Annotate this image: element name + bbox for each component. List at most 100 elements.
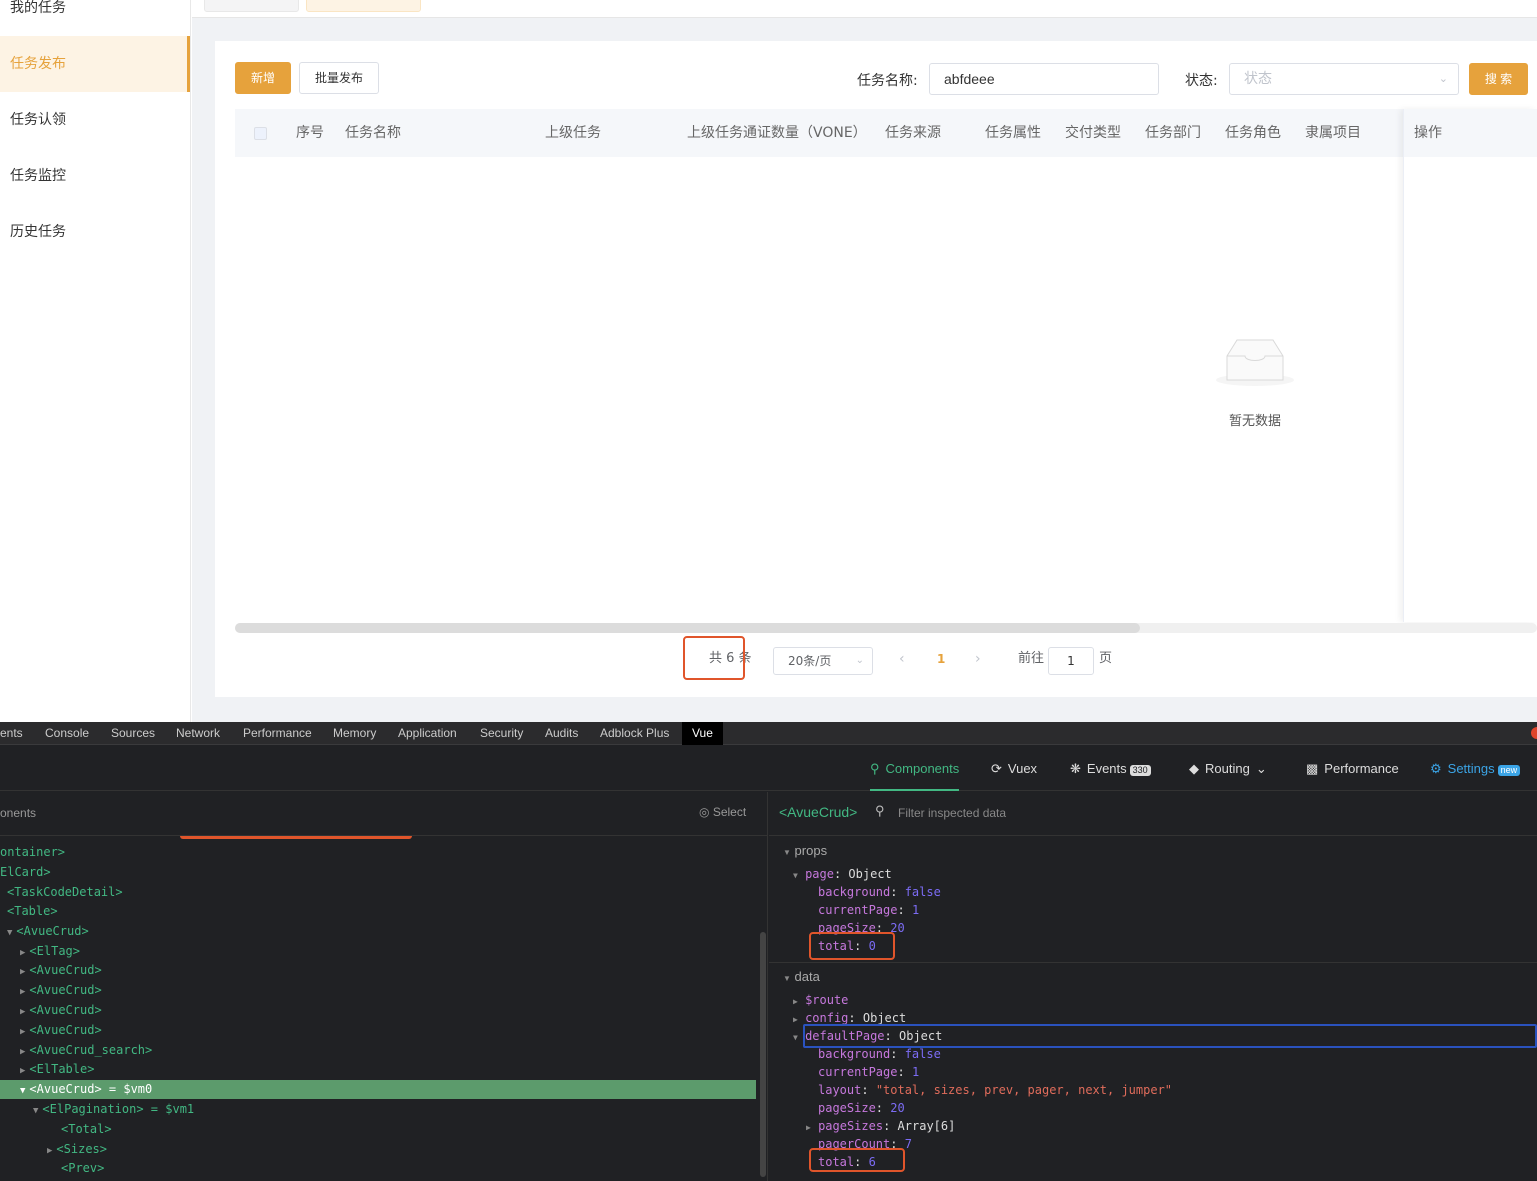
devtools-tab-performance[interactable]: Performance: [243, 722, 312, 745]
next-page-icon[interactable]: ›: [975, 641, 981, 677]
expanded-arrow-icon: ▼: [33, 1106, 39, 1116]
devtools-tab-security[interactable]: Security: [480, 722, 523, 745]
vue-nav-settings[interactable]: ⚙ Settings new: [1430, 746, 1521, 791]
devtools-tabbar: ents Console Sources Network Performance…: [0, 722, 1537, 745]
select-all-checkbox[interactable]: [254, 127, 267, 140]
vue-nav-events[interactable]: ❋ Events 330: [1070, 746, 1151, 791]
tree-node[interactable]: ▼ <ElPagination> = $vm1: [33, 1100, 194, 1119]
column-header: 任务来源: [885, 125, 941, 141]
action-column-header: 操作: [1404, 109, 1537, 157]
vue-nav-performance[interactable]: ▩ Performance: [1306, 746, 1399, 791]
search-icon: ⚲: [875, 804, 885, 819]
tag-tab[interactable]: [204, 0, 299, 12]
tree-node[interactable]: ▶ <AvueCrud_search>: [20, 1041, 152, 1060]
vue-nav-components[interactable]: ⚲ Components: [870, 746, 960, 791]
tree-node[interactable]: <Total>: [61, 1120, 112, 1139]
column-header: 任务角色: [1225, 125, 1281, 141]
tree-node[interactable]: ▶ <AvueCrud>: [20, 1001, 102, 1020]
inspector-pane: <AvueCrud> ⚲ Filter inspected data ▼ pro…: [769, 792, 1537, 1181]
prop-page[interactable]: ▼ page: Object: [793, 865, 892, 885]
tree-node[interactable]: ▶ <AvueCrud>: [20, 981, 102, 1000]
tree-node-label: <ElTable>: [29, 1062, 95, 1076]
vue-devtools-nav: ⚲ Components ⟳ Vuex ❋ Events 330 ◆ Routing ⌄ ▩…: [0, 746, 1537, 791]
prop-value: Object: [862, 1011, 907, 1025]
collapsed-arrow-icon: ▶: [20, 987, 26, 997]
column-header: 任务属性: [985, 125, 1041, 141]
devtools-tab-elements[interactable]: ents: [0, 722, 23, 745]
status-select[interactable]: 状态 ⌄: [1229, 63, 1459, 95]
devtools-tab-audits[interactable]: Audits: [545, 722, 578, 745]
scrollbar-thumb[interactable]: [235, 623, 1140, 633]
chevron-down-icon: ⌄: [1438, 72, 1448, 85]
highlight-box: [180, 836, 412, 839]
tree-node[interactable]: ▶ <AvueCrud>: [20, 1021, 102, 1040]
tree-node[interactable]: <Table>: [7, 902, 58, 921]
column-header: 上级任务通证数量（VONE）: [687, 125, 867, 141]
devtools-tab-console[interactable]: Console: [45, 722, 89, 745]
tree-node[interactable]: ▼ <AvueCrud>: [7, 922, 89, 941]
sidebar-item-label: 任务认领: [10, 112, 66, 128]
add-button[interactable]: 新增: [235, 62, 291, 94]
data-background: background: false: [818, 1047, 941, 1061]
tree-node[interactable]: <TaskCodeDetail>: [7, 883, 123, 902]
data-pagesizes[interactable]: ▶ pageSizes: Array[6]: [806, 1117, 955, 1137]
sidebar-item-task-monitor[interactable]: 任务监控: [0, 148, 190, 204]
devtools-tab-memory[interactable]: Memory: [333, 722, 376, 745]
pane-title: onents: [0, 806, 37, 820]
prop-background: background: false: [818, 885, 941, 899]
tree-node[interactable]: <Prev>: [61, 1159, 104, 1178]
page-size-select[interactable]: 20条/页 ⌄: [773, 647, 873, 675]
tree-node[interactable]: ▶ <ElTag>: [20, 942, 80, 961]
data-route[interactable]: ▶ $route: [793, 991, 848, 1011]
tree-node-label: <ElPagination> = $vm1: [42, 1102, 195, 1116]
task-name-input[interactable]: abfdeee: [929, 63, 1159, 95]
vue-nav-label: Settings: [1447, 761, 1495, 776]
tree-node-label: <AvueCrud>: [29, 983, 102, 997]
status-label: 状态:: [1185, 73, 1218, 89]
chevron-down-icon: ⌄: [855, 655, 864, 666]
expanded-arrow-icon: ▼: [793, 871, 798, 880]
devtools-tab-vue[interactable]: Vue: [682, 722, 723, 745]
horizontal-scrollbar[interactable]: [235, 623, 1537, 633]
tree-node[interactable]: ElCard>: [0, 863, 51, 882]
tree-node-label: <AvueCrud>: [29, 1023, 102, 1037]
devtools-tab-application[interactable]: Application: [398, 722, 457, 745]
tag-tab-active[interactable]: [306, 0, 421, 12]
prop-value: 1: [911, 903, 920, 917]
empty-text: 暂无数据: [1228, 414, 1281, 429]
vue-nav-vuex[interactable]: ⟳ Vuex: [991, 746, 1037, 791]
goto-page-input[interactable]: 1: [1048, 647, 1094, 675]
collapsed-arrow-icon: ▶: [20, 1047, 26, 1057]
sidebar-item-my-tasks[interactable]: 我的任务: [0, 0, 190, 36]
performance-chart-icon: ▩: [1306, 761, 1319, 776]
devtools-tab-adblock[interactable]: Adblock Plus: [600, 722, 669, 745]
collapsed-arrow-icon: ▶: [20, 1066, 26, 1076]
select-component-button[interactable]: ◎ Select: [699, 805, 746, 819]
goto-label: 前往: [1018, 651, 1045, 666]
tree-node[interactable]: ▶ <Sizes>: [47, 1140, 107, 1159]
expanded-arrow-icon: ▼: [20, 1086, 26, 1096]
sidebar-item-task-history[interactable]: 历史任务: [0, 204, 190, 260]
data-section[interactable]: ▼ data: [783, 968, 820, 988]
vue-nav-routing[interactable]: ◆ Routing ⌄: [1189, 746, 1267, 791]
devtools-tab-network[interactable]: Network: [176, 722, 220, 745]
tree-node-selected[interactable]: ▼ <AvueCrud> = $vm0: [0, 1080, 756, 1099]
expanded-arrow-icon: ▼: [7, 928, 13, 938]
prev-page-icon[interactable]: ‹: [899, 641, 905, 677]
sidebar-item-task-claim[interactable]: 任务认领: [0, 92, 190, 148]
prop-value: false: [904, 1047, 941, 1061]
batch-publish-button[interactable]: 批量发布: [299, 62, 379, 94]
devtools-tab-sources[interactable]: Sources: [111, 722, 155, 745]
tree-node[interactable]: ▶ <ElTable>: [20, 1060, 94, 1079]
tree-node[interactable]: ▶ <AvueCrud>: [20, 961, 102, 980]
tree-node-label: <AvueCrud> = $vm0: [29, 1082, 153, 1096]
sidebar-item-task-publish[interactable]: 任务发布: [0, 36, 190, 92]
search-button[interactable]: 搜 索: [1469, 63, 1528, 95]
tree-node[interactable]: ontainer>: [0, 843, 65, 862]
props-section[interactable]: ▼ props: [783, 842, 827, 862]
tree-node-label: <AvueCrud>: [29, 963, 102, 977]
tree-scrollbar[interactable]: [760, 932, 766, 1177]
new-badge: new: [1497, 765, 1521, 776]
page-number-current[interactable]: 1: [937, 641, 945, 677]
filter-input[interactable]: Filter inspected data: [898, 806, 1006, 820]
